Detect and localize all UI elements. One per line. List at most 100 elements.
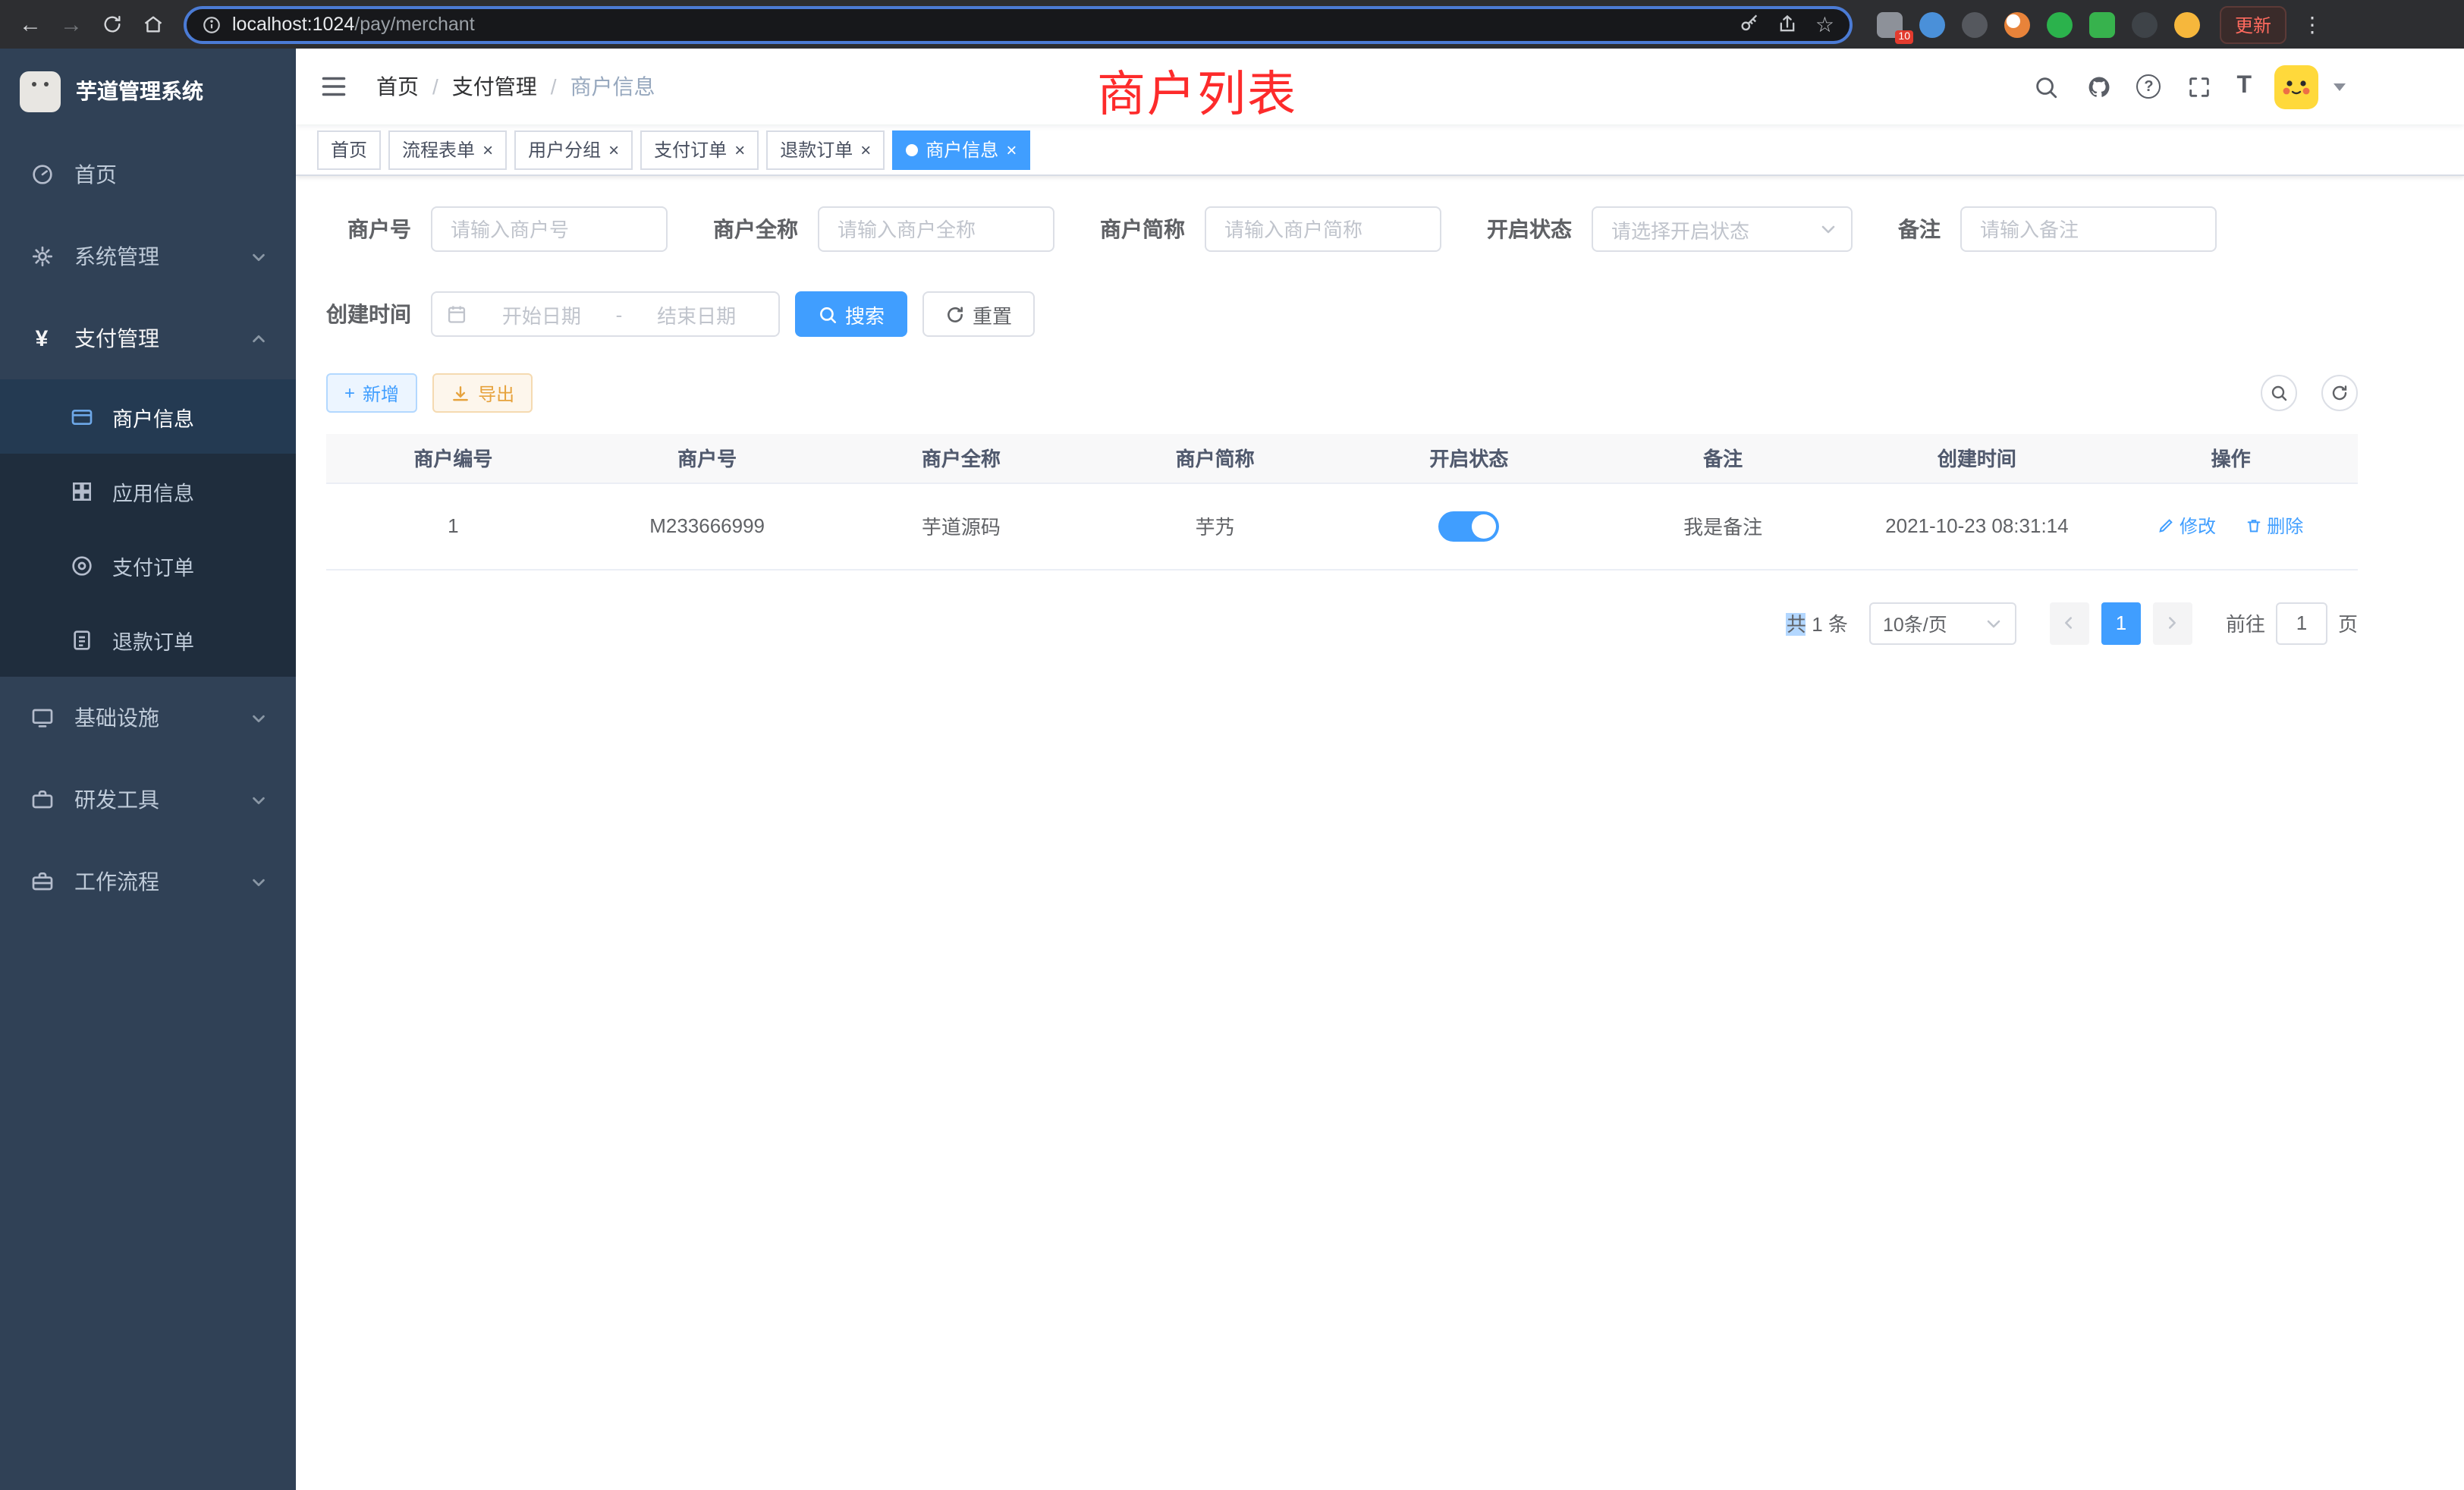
edit-link[interactable]: 修改 bbox=[2158, 513, 2216, 539]
extension-icon-2[interactable] bbox=[1919, 11, 1945, 37]
cell-remark: 我是备注 bbox=[1596, 483, 1850, 569]
field-label: 创建时间 bbox=[326, 299, 411, 329]
search-button[interactable]: 搜索 bbox=[795, 291, 907, 337]
sidebar-item-workflow[interactable]: 工作流程 bbox=[0, 841, 296, 923]
status-toggle[interactable] bbox=[1438, 511, 1499, 541]
page-size-select[interactable]: 10条/页 bbox=[1869, 602, 2016, 644]
site-info-icon[interactable] bbox=[202, 14, 222, 34]
close-icon[interactable]: × bbox=[1006, 140, 1017, 159]
field-label: 商户简称 bbox=[1100, 214, 1185, 244]
close-icon[interactable]: × bbox=[860, 140, 871, 159]
status-select[interactable]: 请选择开启状态 bbox=[1592, 206, 1853, 252]
dashboard-icon bbox=[29, 162, 55, 187]
help-icon[interactable]: ? bbox=[2136, 74, 2161, 99]
breadcrumb-item[interactable]: 支付管理 bbox=[452, 71, 537, 102]
extension-icon-3[interactable] bbox=[1962, 11, 1988, 37]
extension-icon-6[interactable] bbox=[2089, 11, 2115, 37]
tab-home[interactable]: 首页 bbox=[317, 130, 381, 169]
cell-create-time: 2021-10-23 08:31:14 bbox=[1850, 483, 2104, 569]
extension-icon-7[interactable] bbox=[2132, 11, 2158, 37]
reset-button[interactable]: 重置 bbox=[922, 291, 1035, 337]
sidebar-item-label: 支付管理 bbox=[74, 323, 159, 354]
toolbox-icon bbox=[29, 787, 55, 813]
column-header: 商户简称 bbox=[1088, 434, 1342, 483]
sidebar-item-refund-order[interactable]: 退款订单 bbox=[0, 602, 296, 677]
yen-icon: ¥ bbox=[29, 325, 55, 351]
main-panel: 商户列表 首页 / 支付管理 / 商户信息 bbox=[296, 49, 2464, 1490]
breadcrumb-item[interactable]: 首页 bbox=[376, 71, 419, 102]
refresh-table-button[interactable] bbox=[2321, 375, 2358, 411]
sidebar-item-pay-order[interactable]: 支付订单 bbox=[0, 528, 296, 602]
delete-link[interactable]: 删除 bbox=[2246, 513, 2303, 539]
sidebar-item-merchant-info[interactable]: 商户信息 bbox=[0, 379, 296, 454]
remark-input[interactable] bbox=[1960, 206, 2217, 252]
sidebar-item-dev-tools[interactable]: 研发工具 bbox=[0, 759, 296, 841]
sidebar-item-app-info[interactable]: 应用信息 bbox=[0, 454, 296, 528]
tab-pay-order[interactable]: 支付订单 × bbox=[640, 130, 759, 169]
bookmark-star-icon[interactable]: ☆ bbox=[1815, 11, 1834, 37]
url-path: /pay/merchant bbox=[354, 14, 474, 35]
tab-merchant-info[interactable]: 商户信息× bbox=[892, 130, 1030, 169]
browser-reload-button[interactable] bbox=[94, 6, 130, 42]
date-separator: - bbox=[616, 303, 623, 325]
search-icon[interactable] bbox=[2030, 71, 2060, 102]
home-icon bbox=[143, 14, 164, 35]
extension-icon-1[interactable]: 10 bbox=[1877, 11, 1903, 37]
sidebar-item-system[interactable]: 系统管理 bbox=[0, 215, 296, 297]
browser-back-button[interactable]: ← bbox=[12, 6, 49, 42]
extension-icon-5[interactable] bbox=[2047, 11, 2073, 37]
tab-process-form[interactable]: 流程表单× bbox=[388, 130, 507, 169]
password-key-icon[interactable] bbox=[1740, 14, 1761, 35]
sidebar-item-label: 基础设施 bbox=[74, 703, 159, 733]
extensions-bar: 10 bbox=[1877, 11, 2200, 37]
page-number-button[interactable]: 1 bbox=[2101, 602, 2141, 644]
sidebar-item-pay[interactable]: ¥ 支付管理 bbox=[0, 297, 296, 379]
add-button[interactable]: + 新增 bbox=[326, 373, 417, 413]
merchant-short-name-input[interactable] bbox=[1205, 206, 1441, 252]
toggle-search-button[interactable] bbox=[2261, 375, 2297, 411]
tab-user-group[interactable]: 用户分组× bbox=[514, 130, 633, 169]
export-button[interactable]: 导出 bbox=[432, 373, 533, 413]
sidebar-item-infra[interactable]: 基础设施 bbox=[0, 677, 296, 759]
fullscreen-icon[interactable] bbox=[2183, 71, 2214, 102]
chevron-right-icon bbox=[2164, 615, 2181, 631]
merchant-no-input[interactable] bbox=[431, 206, 668, 252]
browser-update-button[interactable]: 更新 bbox=[2220, 5, 2286, 43]
merchant-table: 商户编号 商户号 商户全称 商户简称 开启状态 备注 创建时间 操作 1 bbox=[326, 434, 2358, 570]
font-size-icon[interactable]: T bbox=[2236, 73, 2252, 100]
user-avatar[interactable] bbox=[2274, 64, 2318, 108]
sidebar-item-home[interactable]: 首页 bbox=[0, 134, 296, 215]
column-header: 开启状态 bbox=[1342, 434, 1596, 483]
close-icon[interactable]: × bbox=[608, 140, 619, 159]
cell-full-name: 芋道源码 bbox=[834, 483, 1089, 569]
github-icon[interactable] bbox=[2083, 71, 2114, 102]
omnibox-actions: ☆ bbox=[1740, 11, 1834, 37]
avatar-dropdown-caret-icon[interactable] bbox=[2334, 83, 2346, 90]
field-label: 商户号 bbox=[326, 214, 411, 244]
browser-home-button[interactable] bbox=[135, 6, 171, 42]
browser-forward-button[interactable]: → bbox=[53, 6, 90, 42]
sidebar-item-label: 系统管理 bbox=[74, 241, 159, 272]
filter-row-1: 商户号 商户全称 商户简称 开启状态 请选择开启状态 bbox=[326, 206, 2358, 252]
create-time-range-picker[interactable]: 开始日期 - 结束日期 bbox=[431, 291, 780, 337]
tab-label: 支付订单 bbox=[654, 137, 727, 162]
tab-refund-order[interactable]: 退款订单× bbox=[766, 130, 885, 169]
sidebar-toggle-button[interactable] bbox=[317, 70, 350, 103]
browser-menu-icon[interactable]: ⋮ bbox=[2302, 11, 2323, 37]
extension-badge: 10 bbox=[1895, 30, 1913, 43]
next-page-button[interactable] bbox=[2153, 602, 2192, 644]
prev-page-button[interactable] bbox=[2050, 602, 2089, 644]
close-icon[interactable]: × bbox=[734, 140, 745, 159]
app-logo[interactable]: 芋道管理系统 bbox=[0, 49, 296, 134]
extension-icon-4[interactable] bbox=[2004, 11, 2030, 37]
download-icon bbox=[451, 383, 470, 403]
column-header: 操作 bbox=[2104, 434, 2358, 483]
cell-short-name: 芋艿 bbox=[1088, 483, 1342, 569]
goto-page-input[interactable] bbox=[2276, 602, 2327, 644]
share-icon[interactable] bbox=[1777, 14, 1799, 35]
merchant-full-name-input[interactable] bbox=[818, 206, 1054, 252]
close-icon[interactable]: × bbox=[482, 140, 493, 159]
extension-icon-8[interactable] bbox=[2174, 11, 2200, 37]
address-bar[interactable]: localhost:1024/pay/merchant ☆ bbox=[184, 5, 1853, 43]
export-button-label: 导出 bbox=[478, 380, 514, 406]
